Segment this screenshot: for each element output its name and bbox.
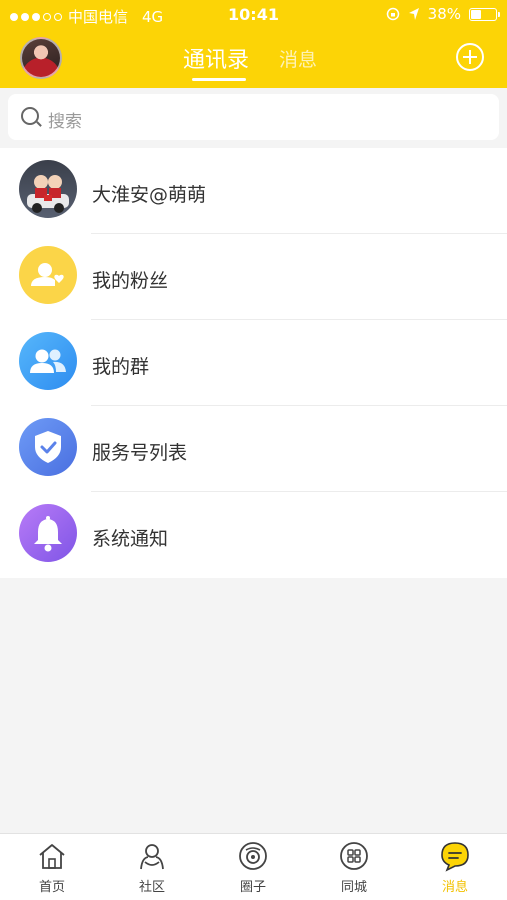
tabbar-label: 同城 (340, 880, 367, 895)
tabbar-item-circle[interactable]: 圈子 (213, 840, 293, 895)
status-bar: 中国电信 4G 10:41 38% (0, 0, 507, 32)
group-icon (19, 332, 77, 390)
list-item-label: 大淮安@萌萌 (92, 184, 207, 206)
bottom-tab-bar: 首页 社区 圈子 同城 消息 (0, 833, 507, 900)
list-item-label: 我的群 (92, 356, 150, 378)
circle-icon (239, 842, 267, 870)
list-item-notifications[interactable]: 系统通知 (0, 492, 507, 578)
community-icon (140, 844, 164, 870)
list-item-label: 服务号列表 (92, 442, 188, 464)
list-item-services[interactable]: 服务号列表 (0, 406, 507, 492)
tabbar-label: 社区 (138, 880, 165, 895)
battery-percent: 38% (427, 5, 461, 23)
tabbar-item-community[interactable]: 社区 (112, 840, 192, 895)
list-item-person[interactable]: 大淮安@萌萌 (0, 148, 507, 234)
bell-icon (19, 504, 77, 562)
battery-icon (469, 7, 500, 21)
list-item-groups[interactable]: 我的群 (0, 320, 507, 406)
tabbar-item-messages[interactable]: 消息 (415, 840, 495, 895)
search-area: 搜索 (0, 88, 507, 148)
tab-messages[interactable]: 消息 (279, 45, 317, 72)
search-icon (21, 107, 39, 125)
active-tab-indicator (192, 78, 246, 81)
tab-contacts[interactable]: 通讯录 (183, 42, 249, 74)
tabbar-item-city[interactable]: 同城 (314, 840, 394, 895)
list-item-label: 系统通知 (92, 528, 169, 550)
location-icon (408, 8, 419, 20)
tabbar-label: 消息 (441, 880, 468, 895)
search-input[interactable]: 搜索 (8, 94, 499, 140)
avatar-photo (19, 160, 77, 218)
add-button[interactable] (456, 43, 484, 71)
search-placeholder: 搜索 (48, 112, 82, 132)
tabbar-label: 首页 (38, 880, 65, 895)
tabbar-label: 圈子 (239, 880, 266, 895)
shield-check-icon (19, 418, 77, 476)
lock-rotation-icon (386, 7, 399, 21)
contacts-list: 大淮安@萌萌 我的粉丝 我的群 服务号列表 系统通知 (0, 148, 507, 578)
list-item-fans[interactable]: 我的粉丝 (0, 234, 507, 320)
top-bar: 中国电信 4G 10:41 38% 通讯录 消息 (0, 0, 507, 88)
list-item-label: 我的粉丝 (92, 270, 169, 292)
tabbar-item-home[interactable]: 首页 (12, 840, 92, 895)
home-icon (39, 844, 65, 869)
fans-icon (19, 246, 77, 304)
user-avatar[interactable] (20, 37, 62, 79)
city-icon (340, 842, 368, 870)
message-icon (441, 842, 469, 872)
